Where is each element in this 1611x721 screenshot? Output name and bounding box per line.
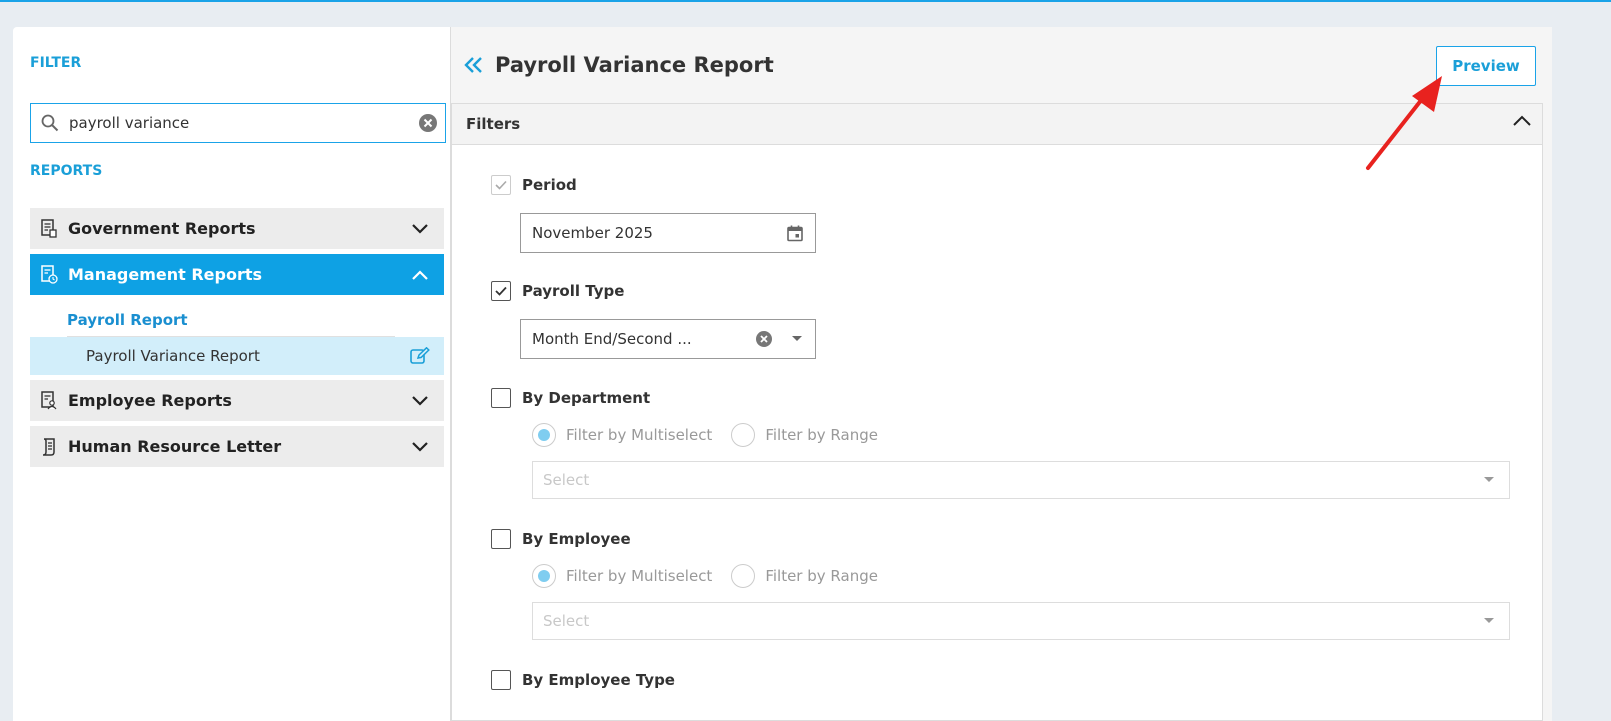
department-select[interactable]: Select	[532, 461, 1510, 499]
radio-label: Filter by Multiselect	[566, 567, 713, 585]
select-placeholder: Select	[543, 471, 590, 489]
caret-down-icon	[1469, 618, 1509, 624]
clear-search-icon[interactable]	[411, 104, 445, 142]
search-input[interactable]	[69, 105, 411, 141]
employee-radio-group: Filter by Multiselect Filter by Range	[532, 564, 878, 588]
reports-heading: REPORTS	[30, 163, 103, 179]
annotation-arrow-icon	[1366, 76, 1442, 170]
calendar-icon[interactable]	[775, 225, 815, 242]
search-icon	[31, 104, 69, 142]
letter-scroll-icon	[30, 437, 68, 457]
caret-down-icon	[1469, 477, 1509, 483]
employee-report-icon	[30, 390, 68, 411]
accordion-label: Human Resource Letter	[68, 437, 282, 456]
top-accent-line	[0, 0, 1611, 2]
period-option: Period	[491, 175, 577, 195]
accordion-human-resource-letter[interactable]: Human Resource Letter	[30, 426, 444, 467]
search-field	[30, 103, 446, 143]
select-placeholder: Select	[543, 612, 590, 630]
employee-select[interactable]: Select	[532, 602, 1510, 640]
radio-label: Filter by Range	[765, 426, 878, 444]
period-label: Period	[522, 176, 577, 194]
by-department-label: By Department	[522, 389, 651, 407]
radio-label: Filter by Multiselect	[566, 426, 713, 444]
department-radio-group: Filter by Multiselect Filter by Range	[532, 423, 878, 447]
department-multiselect-radio[interactable]	[532, 423, 556, 447]
by-employee-option: By Employee	[491, 529, 631, 549]
filters-title: Filters	[466, 115, 521, 133]
by-employee-type-label: By Employee Type	[522, 671, 675, 689]
period-date-field[interactable]: November 2025	[520, 213, 816, 253]
accordion-management-reports[interactable]: Management Reports	[30, 254, 444, 295]
employee-range-radio[interactable]	[731, 564, 756, 588]
document-report-icon	[30, 218, 68, 239]
by-employee-label: By Employee	[522, 530, 631, 548]
accordion-label: Management Reports	[68, 265, 263, 284]
chevron-down-icon[interactable]	[396, 395, 444, 407]
page-title: Payroll Variance Report	[495, 53, 774, 77]
chevron-down-icon[interactable]	[396, 223, 444, 235]
period-value: November 2025	[532, 224, 653, 242]
radio-label: Filter by Range	[765, 567, 878, 585]
accordion-employee-reports[interactable]: Employee Reports	[30, 380, 444, 421]
filters-panel: Filters Period November 2025 Payroll Typ…	[451, 103, 1543, 721]
payroll-type-checkbox[interactable]	[491, 281, 511, 301]
accordion-government-reports[interactable]: Government Reports	[30, 208, 444, 249]
payroll-type-label: Payroll Type	[522, 282, 625, 300]
payroll-type-value: Month End/Second ...	[532, 330, 692, 348]
accordion-label: Government Reports	[68, 219, 256, 238]
accordion-label: Employee Reports	[68, 391, 232, 410]
filter-heading: FILTER	[30, 55, 82, 71]
chevron-up-icon[interactable]	[396, 269, 444, 281]
caret-down-icon[interactable]	[779, 336, 815, 342]
period-checkbox[interactable]	[491, 175, 511, 195]
clear-selection-icon[interactable]	[749, 330, 779, 348]
by-employee-type-checkbox[interactable]	[491, 670, 511, 690]
edit-icon[interactable]	[396, 347, 444, 365]
preview-button[interactable]: Preview	[1436, 46, 1536, 86]
chevron-down-icon[interactable]	[396, 441, 444, 453]
by-employee-checkbox[interactable]	[491, 529, 511, 549]
payroll-type-option: Payroll Type	[491, 281, 624, 301]
report-item-label: Payroll Variance Report	[86, 347, 260, 365]
report-sidebar: FILTER REPORTS Government Reports Manage…	[13, 27, 451, 721]
double-chevron-left-icon[interactable]	[464, 55, 484, 79]
payroll-variance-report-item[interactable]: Payroll Variance Report	[30, 337, 444, 375]
payroll-type-select[interactable]: Month End/Second ...	[520, 319, 816, 359]
department-range-radio[interactable]	[731, 423, 756, 447]
by-employee-type-option: By Employee Type	[491, 670, 675, 690]
payroll-report-subgroup[interactable]: Payroll Report	[67, 311, 395, 337]
report-clock-icon	[30, 264, 68, 285]
chevron-up-icon[interactable]	[1512, 114, 1532, 132]
employee-multiselect-radio[interactable]	[532, 564, 556, 588]
by-department-checkbox[interactable]	[491, 388, 511, 408]
by-department-option: By Department	[491, 388, 650, 408]
